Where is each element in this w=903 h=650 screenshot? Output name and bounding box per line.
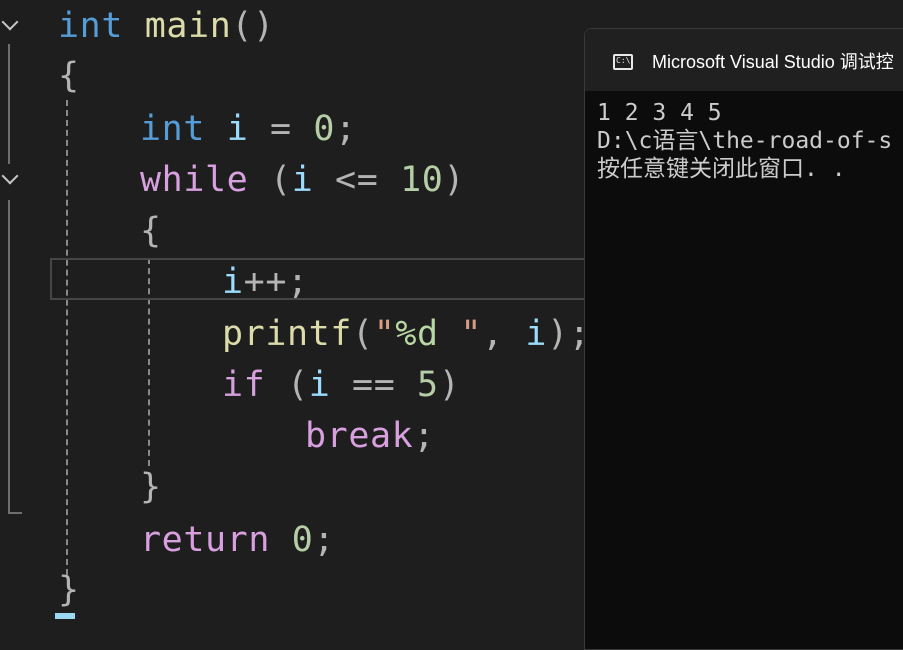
string: " (373, 314, 396, 354)
fold-chevron-icon[interactable] (2, 172, 16, 186)
console-output-line-2: D:\c语言\the-road-of-s (597, 128, 893, 154)
string: " (438, 314, 483, 354)
keyword: break (305, 416, 414, 456)
punctuation: ; (335, 109, 357, 149)
format-specifier: %d (395, 314, 439, 354)
code-line-5[interactable]: { (140, 208, 162, 254)
punctuation: ( (352, 314, 374, 354)
punctuation: ( (270, 160, 292, 200)
code-line-9[interactable]: break; (305, 413, 435, 459)
function-name: main (144, 6, 232, 46)
fold-chevron-icon[interactable] (2, 18, 16, 32)
number: 5 (417, 365, 439, 405)
code-line-4[interactable]: while (i <= 10) (140, 157, 465, 203)
code-line-12[interactable]: } (58, 567, 80, 613)
code-line-6[interactable]: i++; (222, 259, 309, 305)
variable: i (525, 314, 548, 354)
code-line-11[interactable]: return 0; (140, 517, 335, 563)
number: 0 (313, 109, 336, 149)
punctuation: , (482, 314, 504, 354)
punctuation: ; (313, 520, 336, 560)
number: 10 (400, 160, 444, 200)
keyword: if (222, 365, 266, 405)
brace: } (58, 570, 80, 610)
current-line-highlight (50, 258, 610, 300)
console-output-line-3: 按任意键关闭此窗口. . (597, 156, 846, 182)
code-line-2[interactable]: { (58, 53, 80, 99)
outline-guide-end (8, 512, 22, 514)
punctuation: ( (287, 365, 309, 405)
punctuation: ) (443, 160, 466, 200)
outline-guide (8, 200, 10, 512)
operator: = (270, 109, 292, 149)
code-line-3[interactable]: int i = 0; (140, 106, 357, 152)
variable: i (308, 365, 331, 405)
code-line-8[interactable]: if (i == 5) (222, 362, 460, 408)
variable: i (226, 109, 249, 149)
code-line-7[interactable]: printf("%d ", i); (222, 311, 590, 357)
code-line-10[interactable]: } (140, 464, 162, 510)
console-title: Microsoft Visual Studio 调试控 (652, 52, 894, 72)
keyword: int (58, 6, 124, 46)
punctuation: () (231, 6, 275, 46)
console-output-line-1: 1 2 3 4 5 (597, 100, 722, 126)
indent-guide (66, 100, 68, 575)
operator: ++; (243, 262, 309, 302)
brace: { (58, 56, 80, 96)
cmd-icon: C:\ (613, 54, 633, 70)
text-caret (55, 613, 75, 619)
number: 0 (291, 520, 314, 560)
code-line-1[interactable]: int main() (58, 3, 275, 49)
keyword: int (140, 109, 206, 149)
keyword: return (140, 520, 271, 560)
punctuation: ) (438, 365, 461, 405)
keyword: while (140, 160, 249, 200)
operator: == (352, 365, 396, 405)
variable: i (222, 262, 244, 302)
variable: i (291, 160, 314, 200)
function-name: printf (222, 314, 353, 354)
brace: { (140, 211, 162, 251)
outline-guide (8, 44, 10, 164)
brace: } (140, 467, 162, 507)
console-titlebar[interactable]: C:\ Microsoft Visual Studio 调试控 (585, 29, 903, 91)
operator: <= (335, 160, 379, 200)
debug-console-window[interactable]: C:\ Microsoft Visual Studio 调试控 1 2 3 4 … (584, 28, 903, 650)
punctuation: ; (413, 416, 436, 456)
